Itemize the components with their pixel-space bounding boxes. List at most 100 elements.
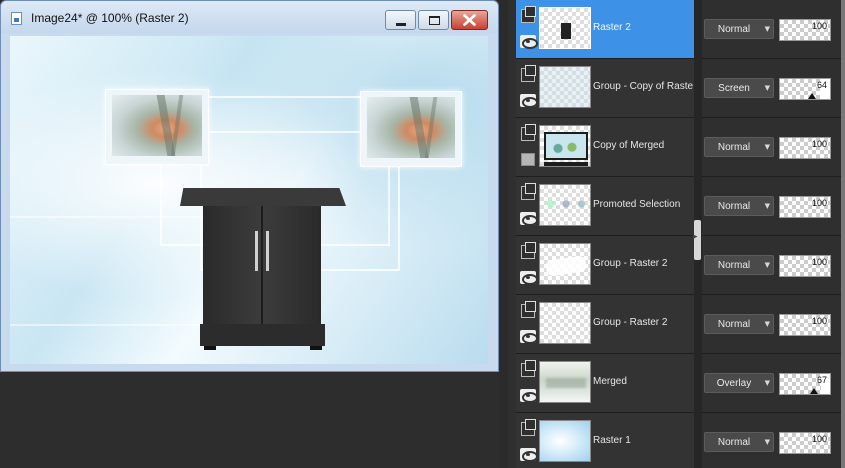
layer-name[interactable]: Promoted Selection (593, 199, 693, 210)
eye-icon[interactable] (520, 389, 538, 403)
layer-name[interactable]: Group - Raster 2 (593, 258, 693, 269)
thumb-dots (544, 197, 588, 211)
minimize-button[interactable] (385, 10, 416, 30)
blend-mode-dropdown[interactable]: Normal ▼ (704, 432, 774, 452)
layer-name[interactable]: Raster 1 (593, 435, 693, 446)
layer-name[interactable]: Group - Copy of Raster 1 (593, 81, 693, 92)
visibility-toggle-icon[interactable] (521, 124, 536, 141)
opacity-marker-icon[interactable] (809, 388, 818, 394)
layer-properties: Normal ▼ 100 (702, 295, 841, 353)
window-titlebar[interactable]: Image24* @ 100% (Raster 2) (1, 1, 498, 33)
layer-row[interactable]: Raster 1 Normal ▼ 100 (516, 413, 841, 468)
layer-thumbnail (539, 361, 591, 403)
eye-icon[interactable] (520, 35, 538, 49)
layer-row[interactable]: Raster 2 Normal ▼ 100 (516, 0, 841, 59)
eye-icon[interactable] (520, 330, 538, 344)
visibility-toggle-icon[interactable] (521, 360, 536, 377)
opacity-value: 100 (811, 257, 827, 267)
layer-thumbnail (539, 243, 591, 285)
cabinet-base (200, 324, 325, 350)
layer-info[interactable]: Group - Raster 2 (516, 295, 694, 353)
layer-row[interactable]: Promoted Selection Normal ▼ 100 (516, 177, 841, 236)
layer-properties: Normal ▼ 100 (702, 0, 841, 58)
layer-thumbnail (539, 66, 591, 108)
picture-frame-image (367, 97, 455, 158)
layer-thumbnail (539, 184, 591, 226)
blend-mode-dropdown[interactable]: Screen ▼ (704, 78, 774, 98)
layer-thumbnail (539, 125, 591, 167)
opacity-slider[interactable]: 100 (779, 19, 831, 41)
thumb-tank (544, 132, 588, 166)
blend-mode-dropdown[interactable]: Normal ▼ (704, 137, 774, 157)
opacity-slider[interactable]: 100 (779, 255, 831, 277)
opacity-value: 64 (816, 80, 827, 90)
opacity-slider[interactable]: 100 (779, 196, 831, 218)
layer-row[interactable]: Merged Overlay ▼ 67 (516, 354, 841, 413)
window-title: Image24* @ 100% (Raster 2) (31, 11, 189, 25)
blend-mode-value: Normal (717, 437, 751, 448)
layer-info[interactable]: Raster 1 (516, 413, 694, 468)
visibility-toggle-icon[interactable] (521, 6, 536, 23)
eye-icon[interactable] (520, 271, 538, 285)
layer-row[interactable]: Copy of Merged Normal ▼ 100 (516, 118, 841, 177)
opacity-slider[interactable]: 64 (779, 78, 831, 100)
layer-row[interactable]: Group - Copy of Raster 1 Screen ▼ 64 (516, 59, 841, 118)
thumb-cabinet (561, 23, 571, 39)
opacity-slider[interactable]: 100 (779, 432, 831, 454)
visibility-toggle-icon[interactable] (521, 419, 536, 436)
blend-mode-dropdown[interactable]: Overlay ▼ (704, 373, 774, 393)
visibility-toggle-icon[interactable] (521, 183, 536, 200)
cabinet-foot (204, 346, 216, 350)
blend-mode-dropdown[interactable]: Normal ▼ (704, 19, 774, 39)
layer-info[interactable]: Promoted Selection (516, 177, 694, 235)
thumb-streak (545, 255, 587, 277)
cabinet-handle (255, 231, 258, 271)
layer-info[interactable]: Copy of Merged (516, 118, 694, 176)
layer-name[interactable]: Copy of Merged (593, 140, 693, 151)
dropdown-arrow-icon: ▼ (764, 84, 770, 92)
document-icon (11, 12, 22, 25)
visibility-toggle-icon[interactable] (521, 301, 536, 318)
opacity-slider[interactable]: 100 (779, 137, 831, 159)
opacity-slider[interactable]: 100 (779, 314, 831, 336)
layer-info[interactable]: Group - Raster 2 (516, 236, 694, 294)
eye-icon[interactable] (520, 448, 538, 462)
opacity-value: 100 (811, 198, 827, 208)
cabinet-handle (266, 231, 269, 271)
layer-info[interactable]: Merged (516, 354, 694, 412)
layer-name[interactable]: Raster 2 (593, 22, 693, 33)
layer-properties: Normal ▼ 100 (702, 413, 841, 468)
blend-mode-value: Normal (717, 201, 751, 212)
opacity-value: 67 (816, 375, 827, 385)
layer-info[interactable]: Raster 2 (516, 0, 694, 58)
maximize-button[interactable] (418, 10, 449, 30)
blend-mode-dropdown[interactable]: Normal ▼ (704, 314, 774, 334)
dropdown-arrow-icon: ▼ (764, 438, 770, 446)
visibility-toggle-icon[interactable] (521, 242, 536, 259)
opacity-marker-icon[interactable] (808, 93, 816, 99)
blend-mode-dropdown[interactable]: Normal ▼ (704, 255, 774, 275)
image-window: Image24* @ 100% (Raster 2) (0, 0, 499, 372)
thumb-wash (540, 67, 590, 107)
dropdown-arrow-icon: ▼ (764, 261, 770, 269)
palette-scroll-edge[interactable] (841, 0, 845, 468)
minimize-icon (396, 23, 406, 26)
layer-info[interactable]: Group - Copy of Raster 1 (516, 59, 694, 117)
layer-name[interactable]: Group - Raster 2 (593, 317, 693, 328)
image-canvas[interactable] (10, 36, 488, 364)
eye-icon[interactable] (520, 94, 538, 108)
opacity-value: 100 (811, 434, 827, 444)
layer-properties: Normal ▼ 100 (702, 236, 841, 294)
layer-row[interactable]: Group - Raster 2 Normal ▼ 100 (516, 236, 841, 295)
blend-mode-dropdown[interactable]: Normal ▼ (704, 196, 774, 216)
layer-properties: Overlay ▼ 67 (702, 354, 841, 412)
workspace-background (0, 372, 499, 468)
mask-icon[interactable] (521, 153, 535, 166)
close-button[interactable] (451, 10, 488, 30)
palette-collapse-handle[interactable] (693, 220, 701, 260)
visibility-toggle-icon[interactable] (521, 65, 536, 82)
layer-name[interactable]: Merged (593, 376, 693, 387)
opacity-slider[interactable]: 67 (779, 373, 831, 395)
eye-icon[interactable] (520, 212, 538, 226)
layer-row[interactable]: Group - Raster 2 Normal ▼ 100 (516, 295, 841, 354)
